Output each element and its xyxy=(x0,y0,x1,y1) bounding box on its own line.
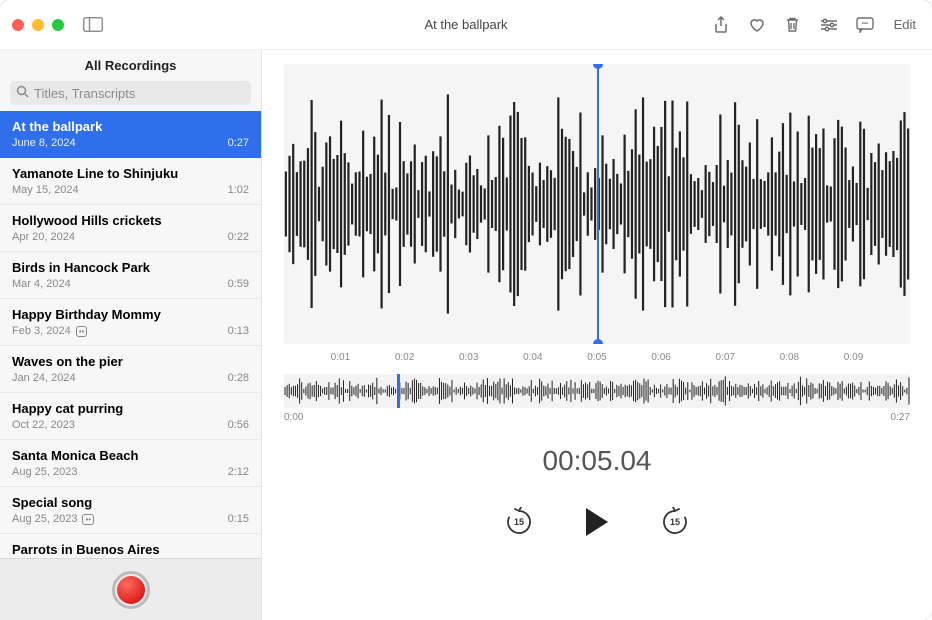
recording-title: Special song xyxy=(12,495,249,510)
recording-date: Mar 4, 2024 xyxy=(12,278,71,290)
timeline-ticks: 0:010:020:030:040:050:060:070:080:09 xyxy=(284,344,910,370)
recording-item[interactable]: Parrots in Buenos Aires xyxy=(0,534,261,558)
transcript-badge-icon: •• xyxy=(76,326,88,337)
search-icon xyxy=(16,85,29,101)
recording-item[interactable]: Yamanote Line to Shinjuku May 15, 2024 1:… xyxy=(0,158,261,205)
window-controls xyxy=(12,19,64,31)
toggle-sidebar-button[interactable] xyxy=(82,14,104,36)
recording-title: At the ballpark xyxy=(12,119,249,134)
recording-item[interactable]: Happy Birthday Mommy Feb 3, 2024 •• 0:13 xyxy=(0,299,261,346)
recording-title: Hollywood Hills crickets xyxy=(12,213,249,228)
recording-date: Jan 24, 2024 xyxy=(12,372,76,384)
minimize-window-button[interactable] xyxy=(32,19,44,31)
recording-date: Aug 25, 2023 •• xyxy=(12,513,94,525)
recording-item[interactable]: Special song Aug 25, 2023 •• 0:15 xyxy=(0,487,261,534)
overview-start-time: 0:00 xyxy=(284,412,303,423)
recording-duration: 0:15 xyxy=(228,513,249,525)
recording-date: Apr 20, 2024 xyxy=(12,231,75,243)
overview-playhead[interactable] xyxy=(397,374,400,408)
recording-date: Feb 3, 2024 •• xyxy=(12,325,87,337)
transcript-badge-icon: •• xyxy=(82,514,94,525)
waveform-main[interactable] xyxy=(284,64,910,344)
sidebar: All Recordings Titles, Transcripts At th… xyxy=(0,50,262,620)
overview-end-time: 0:27 xyxy=(891,412,910,423)
recording-item[interactable]: Birds in Hancock Park Mar 4, 2024 0:59 xyxy=(0,252,261,299)
recording-detail: 0:010:020:030:040:050:060:070:080:09 0:0… xyxy=(262,50,932,620)
close-window-button[interactable] xyxy=(12,19,24,31)
recording-duration: 0:27 xyxy=(228,137,249,149)
recording-date: June 8, 2024 xyxy=(12,137,76,149)
recording-duration: 0:56 xyxy=(228,419,249,431)
recording-item[interactable]: Santa Monica Beach Aug 25, 2023 2:12 xyxy=(0,440,261,487)
time-counter: 00:05.04 xyxy=(284,445,910,477)
recording-title: Waves on the pier xyxy=(12,354,249,369)
recording-item[interactable]: At the ballpark June 8, 2024 0:27 xyxy=(0,111,261,158)
recording-title: Santa Monica Beach xyxy=(12,448,249,463)
recording-duration: 0:59 xyxy=(228,278,249,290)
search-placeholder: Titles, Transcripts xyxy=(34,86,135,101)
recording-title: Happy Birthday Mommy xyxy=(12,307,249,322)
recording-title: Parrots in Buenos Aires xyxy=(12,542,249,557)
playhead[interactable] xyxy=(597,64,599,344)
skip-back-button[interactable]: 15 xyxy=(504,507,534,537)
recording-date: Oct 22, 2023 xyxy=(12,419,75,431)
sidebar-header: All Recordings xyxy=(0,50,261,81)
recording-duration: 0:22 xyxy=(228,231,249,243)
recording-item[interactable]: Hollywood Hills crickets Apr 20, 2024 0:2… xyxy=(0,205,261,252)
recording-duration: 0:13 xyxy=(228,325,249,337)
record-button[interactable] xyxy=(112,571,150,609)
recording-date: May 15, 2024 xyxy=(12,184,79,196)
zoom-window-button[interactable] xyxy=(52,19,64,31)
skip-forward-button[interactable]: 15 xyxy=(660,507,690,537)
recording-duration: 2:12 xyxy=(228,466,249,478)
recording-title: Happy cat purring xyxy=(12,401,249,416)
delete-button[interactable] xyxy=(782,14,804,36)
favorite-button[interactable] xyxy=(746,14,768,36)
share-button[interactable] xyxy=(710,14,732,36)
recording-title: Yamanote Line to Shinjuku xyxy=(12,166,249,181)
svg-text:•••: ••• xyxy=(861,21,867,27)
record-bar xyxy=(0,558,261,620)
recording-duration: 0:28 xyxy=(228,372,249,384)
edit-button[interactable]: Edit xyxy=(890,17,920,32)
recording-date: Aug 25, 2023 xyxy=(12,466,77,478)
settings-button[interactable] xyxy=(818,14,840,36)
recordings-list: At the ballpark June 8, 2024 0:27 Yamanote… xyxy=(0,111,261,558)
waveform-overview[interactable] xyxy=(284,374,910,408)
recording-duration: 1:02 xyxy=(228,184,249,196)
recording-item[interactable]: Waves on the pier Jan 24, 2024 0:28 xyxy=(0,346,261,393)
transcript-button[interactable]: ••• xyxy=(854,14,876,36)
search-input[interactable]: Titles, Transcripts xyxy=(10,81,251,105)
titlebar: At the ballpark ••• Edit xyxy=(0,0,932,50)
window-title: At the ballpark xyxy=(424,17,507,32)
recording-title: Birds in Hancock Park xyxy=(12,260,249,275)
recording-item[interactable]: Happy cat purring Oct 22, 2023 0:56 xyxy=(0,393,261,440)
play-button[interactable] xyxy=(586,508,608,536)
